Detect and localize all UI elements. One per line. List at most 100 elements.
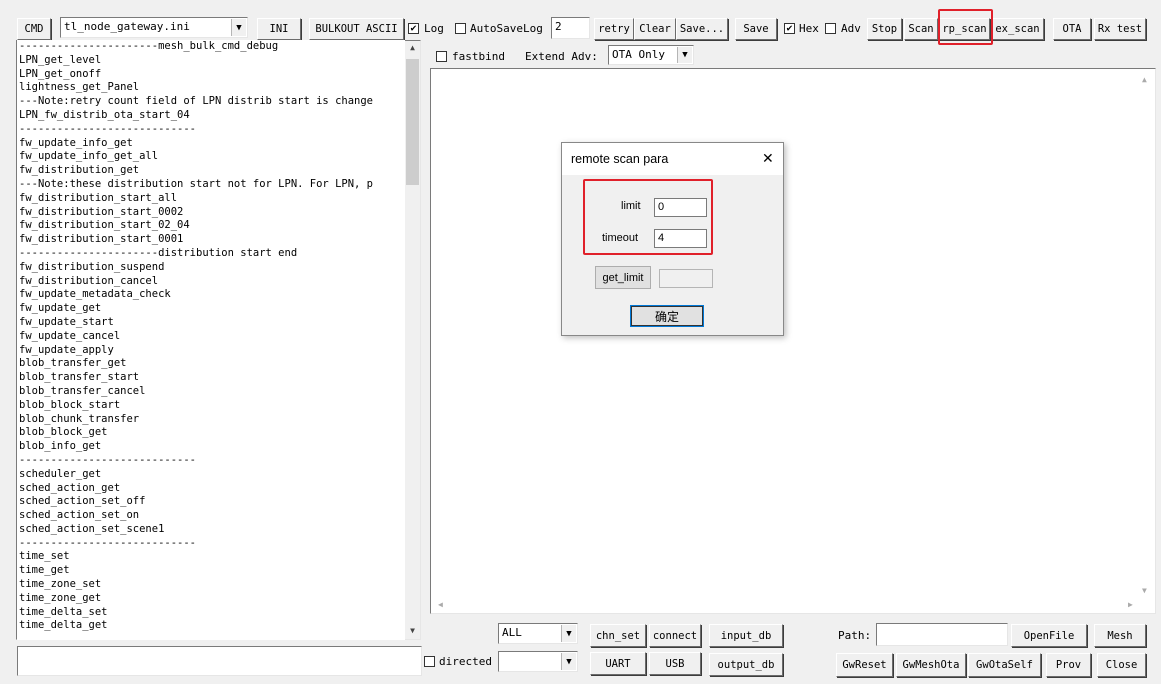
list-item[interactable]: blob_block_start [17, 399, 405, 413]
log-scroll-up-icon[interactable]: ▲ [1142, 75, 1147, 84]
log-checkbox[interactable]: ✔ [408, 23, 419, 34]
list-item[interactable]: fw_update_cancel [17, 330, 405, 344]
list-item[interactable]: time_delta_set [17, 606, 405, 620]
list-item[interactable]: fw_update_start [17, 316, 405, 330]
scroll-down-icon[interactable]: ▼ [405, 626, 420, 635]
list-item[interactable]: LPN_get_onoff [17, 68, 405, 82]
list-item[interactable]: ----------------------distribution start… [17, 247, 405, 261]
list-item[interactable]: fw_distribution_suspend [17, 261, 405, 275]
list-item[interactable]: blob_transfer_get [17, 357, 405, 371]
ota-button[interactable]: OTA [1053, 18, 1091, 40]
path-input[interactable] [876, 623, 1008, 646]
log-scroll-left-icon[interactable]: ◀ [438, 600, 443, 609]
list-item[interactable]: sched_action_set_on [17, 509, 405, 523]
ini-button[interactable]: INI [257, 18, 301, 40]
get-limit-button[interactable]: get_limit [595, 266, 651, 289]
list-item[interactable]: sched_action_get [17, 482, 405, 496]
list-item[interactable]: fw_distribution_get [17, 164, 405, 178]
list-item[interactable]: LPN_fw_distrib_ota_start_04 [17, 109, 405, 123]
command-list-scrollbar[interactable]: ▲ ▼ [405, 41, 420, 639]
scroll-thumb[interactable] [406, 59, 419, 185]
list-item[interactable]: LPN_get_level [17, 54, 405, 68]
retry-count-input[interactable]: 2 [551, 17, 590, 39]
save-button[interactable]: Save [735, 18, 777, 40]
extend-adv-combo[interactable]: OTA Only ▼ [608, 45, 694, 65]
close-button[interactable]: Close [1097, 653, 1146, 677]
command-list[interactable]: ----------------------mesh_bulk_cmd_debu… [17, 40, 405, 640]
list-item[interactable]: scheduler_get [17, 468, 405, 482]
gwotaself-button[interactable]: GwOtaSelf [968, 653, 1041, 677]
list-item[interactable]: fw_update_info_get [17, 137, 405, 151]
chn-set-button[interactable]: chn_set [590, 624, 646, 647]
gwreset-button[interactable]: GwReset [836, 653, 893, 677]
connect-button[interactable]: connect [649, 624, 701, 647]
save-as-button[interactable]: Save... [676, 18, 728, 40]
list-item[interactable]: fw_update_info_get_all [17, 150, 405, 164]
output-db-button[interactable]: output_db [709, 653, 783, 676]
list-item[interactable]: time_zone_set [17, 578, 405, 592]
stop-button[interactable]: Stop [867, 18, 902, 40]
list-item[interactable]: time_zone_get [17, 592, 405, 606]
ini-file-combo[interactable]: tl_node_gateway.ini ▼ [60, 17, 248, 38]
uart-button[interactable]: UART [590, 652, 646, 675]
list-item[interactable]: blob_transfer_cancel [17, 385, 405, 399]
log-scroll-down-icon[interactable]: ▼ [1142, 586, 1147, 595]
log-scroll-right-icon[interactable]: ▶ [1128, 600, 1133, 609]
fastbind-checkbox[interactable] [436, 51, 447, 62]
list-item[interactable]: fw_distribution_start_0001 [17, 233, 405, 247]
list-item[interactable]: fw_update_get [17, 302, 405, 316]
gwmeshota-button[interactable]: GwMeshOta [896, 653, 966, 677]
list-item[interactable]: ---------------------------- [17, 123, 405, 137]
log-output-area[interactable] [430, 68, 1156, 614]
cmd-button[interactable]: CMD [17, 18, 51, 40]
list-item[interactable]: ---Note:retry count field of LPN distrib… [17, 95, 405, 109]
openfile-button[interactable]: OpenFile [1011, 624, 1087, 647]
list-item[interactable]: ----------------------mesh_bulk_cmd_debu… [17, 40, 405, 54]
list-item[interactable]: time_delta_get [17, 619, 405, 633]
list-item[interactable]: sched_action_set_scene1 [17, 523, 405, 537]
extend-adv-label: Extend Adv: [525, 50, 598, 63]
ok-button[interactable]: 确定 [630, 305, 704, 327]
bulkout-ascii-button[interactable]: BULKOUT ASCII [309, 18, 404, 40]
directed-combo[interactable]: ▼ [498, 651, 578, 672]
command-input[interactable] [17, 646, 422, 676]
list-item[interactable]: fw_distribution_start_0002 [17, 206, 405, 220]
dropdown-arrow-icon[interactable]: ▼ [561, 653, 576, 670]
autosave-log-checkbox[interactable] [455, 23, 466, 34]
list-item[interactable]: sched_action_set_off [17, 495, 405, 509]
retry-button[interactable]: retry [594, 18, 634, 40]
list-item[interactable]: blob_block_get [17, 426, 405, 440]
list-item[interactable]: fw_update_apply [17, 344, 405, 358]
prov-button[interactable]: Prov [1046, 653, 1091, 677]
scan-button[interactable]: Scan [904, 18, 938, 40]
list-item[interactable]: lightness_get_Panel [17, 81, 405, 95]
dropdown-arrow-icon[interactable]: ▼ [561, 625, 576, 642]
scroll-up-icon[interactable]: ▲ [405, 43, 420, 52]
list-item[interactable]: ---------------------------- [17, 454, 405, 468]
list-item[interactable]: blob_info_get [17, 440, 405, 454]
close-icon[interactable]: ✕ [762, 150, 774, 167]
list-item[interactable]: fw_distribution_start_all [17, 192, 405, 206]
clear-button[interactable]: Clear [634, 18, 676, 40]
rx-test-button[interactable]: Rx test [1094, 18, 1146, 40]
dropdown-arrow-icon[interactable]: ▼ [231, 19, 246, 36]
list-item[interactable]: time_set [17, 550, 405, 564]
list-item[interactable]: ---------------------------- [17, 537, 405, 551]
directed-checkbox[interactable] [424, 656, 435, 667]
list-item[interactable]: blob_chunk_transfer [17, 413, 405, 427]
channel-combo[interactable]: ALL ▼ [498, 623, 578, 644]
ex-scan-button[interactable]: ex_scan [991, 18, 1044, 40]
list-item[interactable]: fw_distribution_cancel [17, 275, 405, 289]
dropdown-arrow-icon[interactable]: ▼ [677, 47, 692, 63]
list-item[interactable]: ---Note:these distribution start not for… [17, 178, 405, 192]
usb-button[interactable]: USB [649, 652, 701, 675]
list-item[interactable]: fw_distribution_start_02_04 [17, 219, 405, 233]
list-item[interactable]: blob_transfer_start [17, 371, 405, 385]
adv-checkbox[interactable] [825, 23, 836, 34]
list-item[interactable]: fw_update_metadata_check [17, 288, 405, 302]
mesh-button[interactable]: Mesh [1094, 624, 1146, 647]
list-item[interactable]: time_get [17, 564, 405, 578]
input-db-button[interactable]: input_db [709, 624, 783, 647]
hex-checkbox[interactable]: ✔ [784, 23, 795, 34]
get-limit-value [659, 269, 713, 288]
